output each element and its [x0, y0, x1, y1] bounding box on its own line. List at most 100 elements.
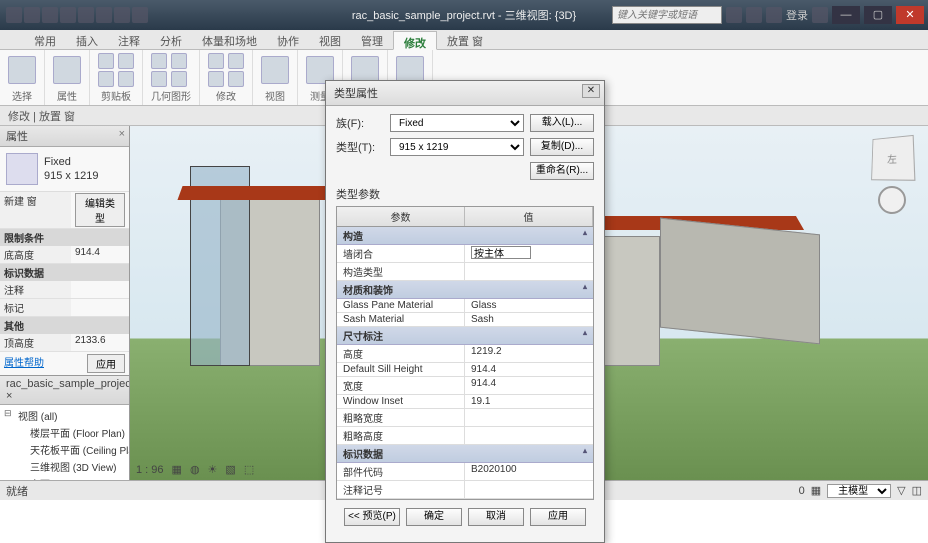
ok-button[interactable]: 确定 [406, 508, 462, 526]
param-value[interactable]: 914.4 [465, 363, 593, 376]
qat-measure-icon[interactable] [114, 7, 130, 23]
shadows-icon[interactable]: ▧ [225, 463, 235, 476]
prop-value[interactable]: 914.4 [71, 246, 129, 263]
tree-node[interactable]: 天花板平面 (Ceiling Plan) [0, 441, 129, 458]
close-button[interactable]: ✕ [896, 6, 924, 24]
tab-1[interactable]: 插入 [66, 30, 108, 49]
design-option-select[interactable]: 主模型 [827, 484, 891, 498]
tab-9[interactable]: 放置 窗 [437, 30, 493, 49]
properties-help-link[interactable]: 属性帮助 [4, 354, 44, 369]
tree-node[interactable]: 三维视图 (3D View) [0, 458, 129, 475]
properties-close-icon[interactable]: × [119, 128, 125, 140]
qat-redo-icon[interactable] [78, 7, 94, 23]
ribbon-tool-icon[interactable] [98, 71, 114, 87]
viewcube[interactable]: 左 [871, 135, 915, 181]
help-icon[interactable] [812, 7, 828, 23]
ribbon-tool-icon[interactable] [228, 53, 244, 69]
ribbon-tool-icon[interactable] [208, 71, 224, 87]
ribbon-tool-icon[interactable] [151, 53, 167, 69]
param-value[interactable] [465, 409, 593, 426]
load-button[interactable]: 载入(L)... [530, 114, 594, 132]
param-group-header[interactable]: 构造 [337, 227, 593, 245]
comm-icon[interactable] [746, 7, 762, 23]
param-group-header[interactable]: 材质和装饰 [337, 281, 593, 299]
sun-path-icon[interactable]: ☀ [208, 463, 218, 476]
param-value[interactable] [465, 427, 593, 444]
param-group-header[interactable]: 标识数据 [337, 445, 593, 463]
type-selector[interactable]: Fixed 915 x 1219 [0, 147, 129, 192]
ribbon-tool-icon[interactable] [118, 71, 134, 87]
nav-wheel-icon[interactable] [878, 186, 906, 214]
ribbon-tool-icon[interactable] [261, 56, 289, 84]
ribbon-tool-icon[interactable] [171, 53, 187, 69]
duplicate-button[interactable]: 复制(D)... [530, 138, 594, 156]
tab-2[interactable]: 注释 [108, 30, 150, 49]
dialog-close-button[interactable]: ✕ [582, 84, 600, 98]
prop-group-header[interactable]: 标识数据 [0, 264, 129, 281]
rename-button[interactable]: 重命名(R)... [530, 162, 594, 180]
param-value[interactable]: 1219.2 [465, 345, 593, 362]
tab-3[interactable]: 分析 [150, 30, 192, 49]
type-select[interactable]: 915 x 1219 [390, 138, 524, 156]
tab-4[interactable]: 体量和场地 [192, 30, 267, 49]
qat-print-icon[interactable] [96, 7, 112, 23]
ribbon-tool-icon[interactable] [228, 71, 244, 87]
ribbon-tool-icon[interactable] [208, 53, 224, 69]
minimize-button[interactable]: — [832, 6, 860, 24]
prop-value[interactable]: 2133.6 [71, 334, 129, 351]
filter-icon[interactable]: ▽ [897, 484, 905, 497]
param-value[interactable]: 19.1 [465, 395, 593, 408]
prop-group-header[interactable]: 其他 [0, 317, 129, 334]
param-value[interactable]: 914.4 [465, 377, 593, 394]
param-value[interactable] [465, 245, 593, 262]
param-value-input[interactable] [471, 246, 531, 259]
param-value[interactable]: Sash [465, 313, 593, 326]
tab-8[interactable]: 修改 [393, 31, 437, 50]
cancel-button[interactable]: 取消 [468, 508, 524, 526]
worksets-icon[interactable]: ▦ [811, 484, 821, 497]
qat-sync-icon[interactable] [132, 7, 148, 23]
crop-icon[interactable]: ⬚ [244, 463, 254, 476]
detail-level-icon[interactable]: ▦ [172, 463, 182, 476]
tab-6[interactable]: 视图 [309, 30, 351, 49]
editable-only-icon[interactable]: ◫ [912, 484, 922, 497]
prop-group-header[interactable]: 限制条件 [0, 229, 129, 246]
family-select[interactable]: Fixed [390, 114, 524, 132]
ribbon-group-label: 修改 [208, 88, 244, 103]
ribbon-tool-icon[interactable] [171, 71, 187, 87]
preview-button[interactable]: << 预览(P) [344, 508, 400, 526]
infocenter-icon[interactable] [726, 7, 742, 23]
prop-value[interactable] [71, 281, 129, 298]
ribbon-tool-icon[interactable] [118, 53, 134, 69]
login-link[interactable]: 登录 [786, 7, 808, 23]
browser-title: rac_basic_sample_project.rvt × [0, 376, 129, 405]
param-value[interactable]: B2020100 [465, 463, 593, 480]
ribbon-tool-icon[interactable] [53, 56, 81, 84]
app-menu-icon[interactable] [6, 7, 22, 23]
visual-style-icon[interactable]: ◍ [190, 463, 200, 476]
ribbon-tool-icon[interactable] [8, 56, 36, 84]
star-icon[interactable] [766, 7, 782, 23]
param-value[interactable]: Glass [465, 299, 593, 312]
dialog-apply-button[interactable]: 应用 [530, 508, 586, 526]
tree-node[interactable]: 视图 (all) [0, 407, 129, 424]
edit-type-button[interactable]: 编辑类型 [75, 193, 125, 227]
tab-5[interactable]: 协作 [267, 30, 309, 49]
scale-value[interactable]: 1 : 96 [136, 464, 164, 476]
param-value[interactable] [465, 263, 593, 280]
tab-7[interactable]: 管理 [351, 30, 393, 49]
param-value[interactable] [465, 481, 593, 498]
ribbon-tool-icon[interactable] [98, 53, 114, 69]
prop-value[interactable] [71, 299, 129, 316]
tab-0[interactable]: 常用 [24, 30, 66, 49]
maximize-button[interactable]: ▢ [864, 6, 892, 24]
properties-apply-button[interactable]: 应用 [87, 354, 125, 373]
qat-save-icon[interactable] [42, 7, 58, 23]
qat-open-icon[interactable] [24, 7, 40, 23]
ribbon-tool-icon[interactable] [151, 71, 167, 87]
search-input[interactable] [612, 6, 722, 24]
tree-node[interactable]: 楼层平面 (Floor Plan) [0, 424, 129, 441]
qat-undo-icon[interactable] [60, 7, 76, 23]
instance-filter[interactable]: 新建 窗 [0, 192, 71, 228]
param-group-header[interactable]: 尺寸标注 [337, 327, 593, 345]
